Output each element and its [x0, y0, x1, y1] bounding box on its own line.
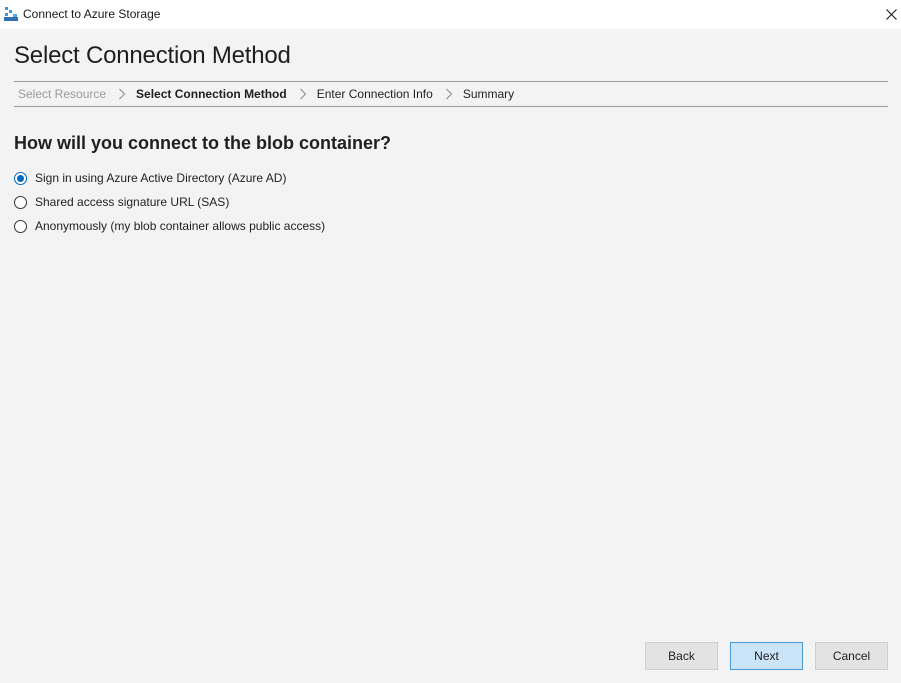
option-label-azure-ad: Sign in using Azure Active Directory (Az… [35, 171, 287, 185]
page-title: Select Connection Method [14, 42, 291, 69]
breadcrumb-step-enter-connection-info: Enter Connection Info [316, 87, 433, 101]
breadcrumb-step-select-connection-method: Select Connection Method [136, 87, 287, 101]
option-azure-ad[interactable]: Sign in using Azure Active Directory (Az… [14, 166, 325, 190]
chevron-right-icon [443, 88, 455, 100]
connection-question: How will you connect to the blob contain… [14, 133, 392, 153]
next-button[interactable]: Next [730, 642, 803, 670]
back-button[interactable]: Back [645, 642, 718, 670]
radio-sas[interactable] [14, 195, 27, 209]
cancel-button[interactable]: Cancel [815, 642, 888, 670]
divider [14, 106, 888, 107]
option-label-sas: Shared access signature URL (SAS) [35, 195, 230, 209]
connection-method-options: Sign in using Azure Active Directory (Az… [14, 166, 325, 238]
title-bar: Connect to Azure Storage [0, 0, 901, 29]
close-button[interactable] [881, 0, 901, 29]
close-icon [885, 9, 897, 20]
option-sas[interactable]: Shared access signature URL (SAS) [14, 190, 325, 214]
breadcrumb: Select Resource Select Connection Method… [14, 82, 888, 106]
option-label-anonymous: Anonymously (my blob container allows pu… [35, 219, 326, 233]
chevron-right-icon [297, 88, 309, 100]
window-title: Connect to Azure Storage [23, 7, 161, 21]
option-anonymous[interactable]: Anonymously (my blob container allows pu… [14, 214, 325, 238]
radio-anonymous[interactable] [14, 219, 27, 233]
radio-azure-ad[interactable] [14, 171, 27, 185]
breadcrumb-step-summary: Summary [462, 87, 515, 101]
breadcrumb-step-select-resource: Select Resource [18, 87, 107, 101]
azure-storage-icon [4, 7, 18, 21]
chevron-right-icon [116, 88, 128, 100]
